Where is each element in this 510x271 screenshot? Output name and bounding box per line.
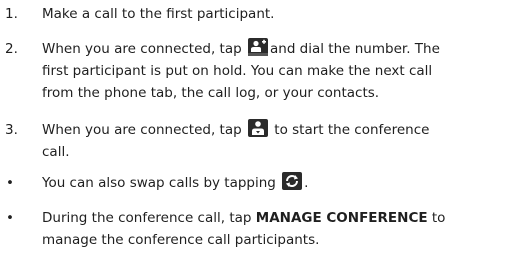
bullet-line: You can also swap calls by tapping . xyxy=(42,172,507,194)
bullet-text-before-bold: During the conference call, tap xyxy=(42,210,252,226)
step-line: first participant is put on hold. You ca… xyxy=(42,63,433,79)
bullet-marker: • xyxy=(6,175,14,191)
bullet-text: You can also swap calls by tapping . xyxy=(42,172,507,194)
add-call-icon xyxy=(247,38,268,56)
step-number: 3. xyxy=(5,122,18,138)
manage-conference-label: MANAGE CONFERENCE xyxy=(255,210,428,226)
step-line: call. xyxy=(42,144,70,160)
bullet-text-before-icon: You can also swap calls by tapping xyxy=(42,175,276,191)
step-number: 2. xyxy=(5,41,18,57)
bullet-text-after-icon: . xyxy=(304,175,309,191)
bullet-line: manage the conference call participants. xyxy=(42,232,320,248)
step-line: When you are connected, tap and dial the… xyxy=(42,38,507,60)
step-text: When you are connected, tap and dial the… xyxy=(42,38,507,104)
bullet-text: During the conference call, tap MANAGE C… xyxy=(42,207,507,251)
step-line: from the phone tab, the call log, or you… xyxy=(42,85,380,101)
step-text-after-icon: and dial the number. The xyxy=(269,41,440,57)
bullet-line: During the conference call, tap MANAGE C… xyxy=(42,207,507,229)
swap-calls-icon xyxy=(282,172,303,190)
step-line: When you are connected, tap to start the… xyxy=(42,119,507,141)
bullet-marker: • xyxy=(6,210,14,226)
step-number: 1. xyxy=(5,6,18,22)
merge-calls-icon xyxy=(247,119,268,137)
step-text-before-icon: When you are connected, tap xyxy=(42,41,242,57)
bullet-text-after-bold: to xyxy=(431,210,446,226)
step-text-before-icon: When you are connected, tap xyxy=(42,122,242,138)
step-line: Make a call to the first participant. xyxy=(42,6,275,22)
step-text: When you are connected, tap to start the… xyxy=(42,119,507,163)
step-text: Make a call to the first participant. xyxy=(42,3,507,25)
step-text-after-icon: to start the conference xyxy=(274,122,430,138)
